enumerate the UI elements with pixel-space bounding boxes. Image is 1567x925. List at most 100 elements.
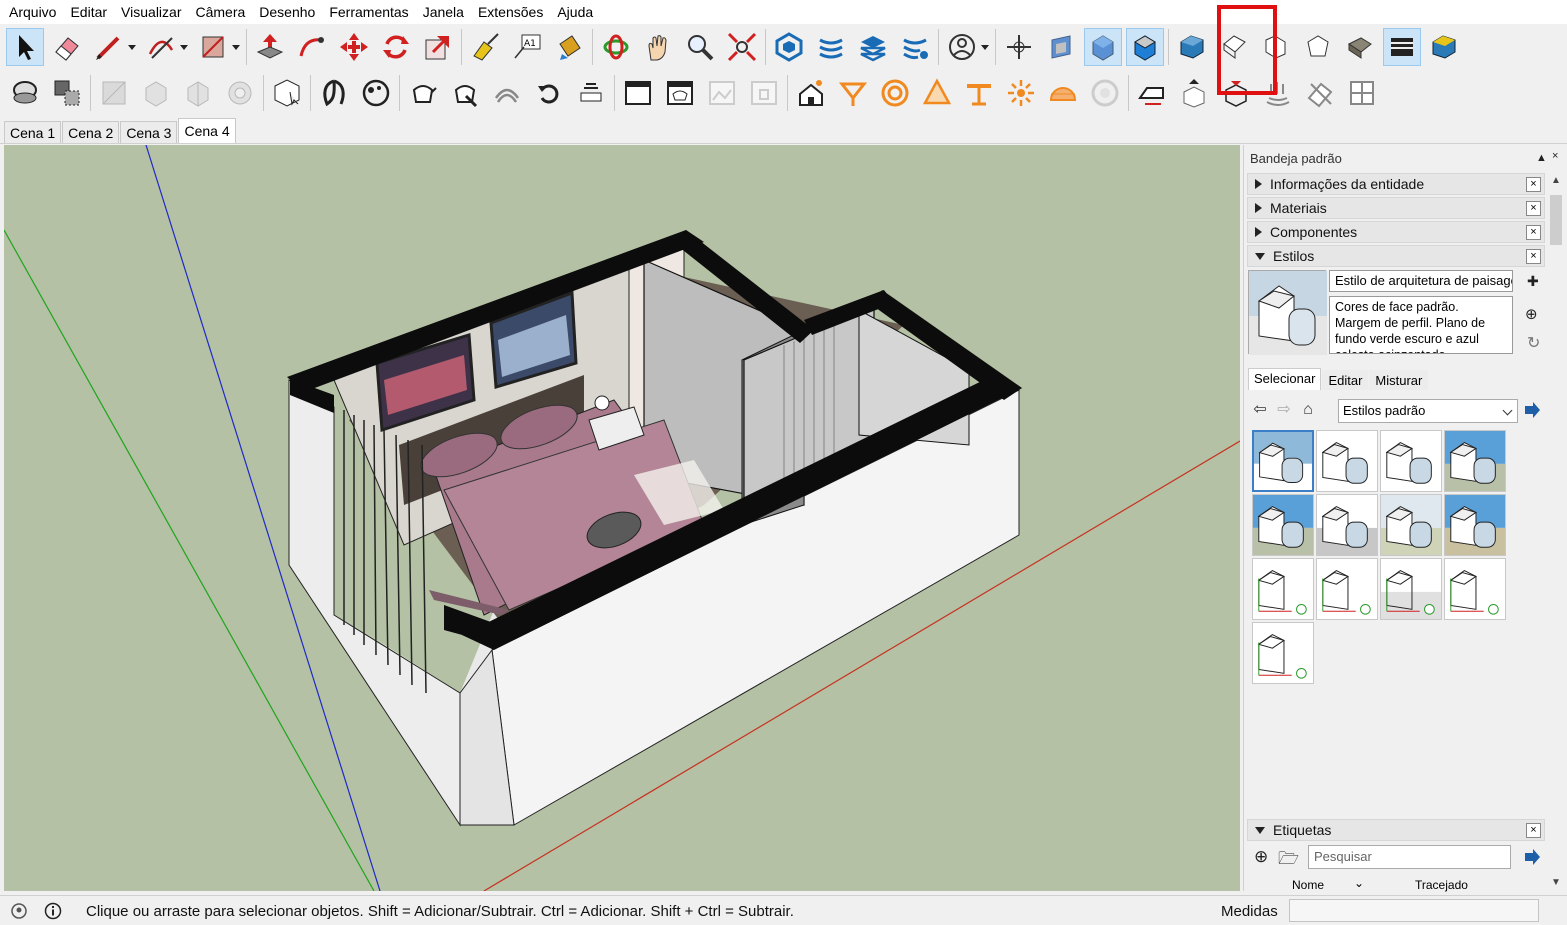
account-icon[interactable] bbox=[943, 28, 981, 66]
tags-search-input[interactable]: Pesquisar bbox=[1308, 845, 1511, 869]
dropdown-arrow-icon[interactable] bbox=[981, 28, 991, 66]
dropdown-arrow-icon[interactable] bbox=[232, 28, 242, 66]
menu-ajuda[interactable]: Ajuda bbox=[550, 0, 600, 24]
left-view-icon[interactable] bbox=[1383, 28, 1421, 66]
shadow-icon[interactable] bbox=[834, 74, 872, 112]
select-icon[interactable] bbox=[6, 28, 44, 66]
panel-tags[interactable]: Etiquetas × bbox=[1247, 819, 1545, 841]
style-thumbnail[interactable] bbox=[1252, 558, 1314, 620]
panel-components[interactable]: Componentes × bbox=[1247, 221, 1545, 243]
measurements-input[interactable] bbox=[1289, 899, 1539, 922]
rectangle-icon[interactable] bbox=[194, 28, 232, 66]
scroll-down-icon[interactable]: ▼ bbox=[1551, 877, 1561, 888]
close-icon[interactable]: × bbox=[1526, 224, 1541, 240]
info-icon[interactable] bbox=[44, 902, 62, 920]
section-plane-icon[interactable] bbox=[1042, 28, 1080, 66]
flip-edges-icon[interactable] bbox=[530, 74, 568, 112]
teapot-stamp-icon[interactable] bbox=[446, 74, 484, 112]
move-icon[interactable] bbox=[335, 28, 373, 66]
create-style-icon[interactable]: ✚ bbox=[1527, 273, 1539, 290]
box-up-icon[interactable] bbox=[1175, 74, 1213, 112]
refresh-icon[interactable]: ↻ bbox=[1527, 333, 1540, 353]
panel-styles[interactable]: Estilos × bbox=[1247, 245, 1545, 267]
warehouse-icon[interactable] bbox=[770, 28, 808, 66]
chevron-down-icon[interactable]: ⌄ bbox=[1354, 878, 1364, 890]
style-thumbnail[interactable] bbox=[1252, 430, 1314, 492]
tab-cena-3[interactable]: Cena 3 bbox=[120, 121, 178, 143]
rotate-icon[interactable] bbox=[377, 28, 415, 66]
intersect-icon[interactable] bbox=[48, 74, 86, 112]
tab-cena-1[interactable]: Cena 1 bbox=[4, 121, 62, 143]
window-1-icon[interactable] bbox=[619, 74, 657, 112]
style-collection-select[interactable]: Estilos padrão bbox=[1338, 399, 1518, 423]
style-name-field[interactable]: Estilo de arquitetura de paisagem bbox=[1329, 270, 1513, 292]
teapot-smoove-icon[interactable] bbox=[404, 74, 442, 112]
extension-warehouse-icon[interactable] bbox=[812, 28, 850, 66]
pin-icon[interactable]: ▲ bbox=[1536, 152, 1547, 164]
iron-icon[interactable] bbox=[1133, 74, 1171, 112]
grid-icon[interactable] bbox=[1343, 74, 1381, 112]
split-dim-icon[interactable] bbox=[221, 74, 259, 112]
tab-misturar[interactable]: Misturar bbox=[1369, 370, 1429, 390]
pencil-line-icon[interactable] bbox=[90, 28, 128, 66]
sun-orange-icon[interactable] bbox=[1002, 74, 1040, 112]
model-viewport[interactable] bbox=[4, 145, 1240, 891]
menu-camera[interactable]: Câmera bbox=[188, 0, 252, 24]
window-2-icon[interactable] bbox=[661, 74, 699, 112]
add-folder-icon[interactable]: 🗁 bbox=[1278, 846, 1299, 875]
menu-ferramentas[interactable]: Ferramentas bbox=[322, 0, 415, 24]
style-thumbnail[interactable] bbox=[1380, 430, 1442, 492]
circle-orange-icon[interactable] bbox=[876, 74, 914, 112]
sandbox-contours-icon[interactable] bbox=[315, 74, 353, 112]
monochrome-icon[interactable] bbox=[1425, 28, 1463, 66]
window-4-dim-icon[interactable] bbox=[745, 74, 783, 112]
menu-extensoes[interactable]: Extensões bbox=[471, 0, 550, 24]
menu-visualizar[interactable]: Visualizar bbox=[114, 0, 188, 24]
dropdown-arrow-icon[interactable] bbox=[180, 28, 190, 66]
table-orange-icon[interactable] bbox=[960, 74, 998, 112]
add-detail-dim-icon[interactable] bbox=[572, 74, 610, 112]
outer-shell-icon[interactable] bbox=[6, 74, 44, 112]
subtract-dim-icon[interactable] bbox=[137, 74, 175, 112]
scroll-up-icon[interactable]: ▲ bbox=[1551, 175, 1561, 186]
geo-location-icon[interactable] bbox=[10, 902, 28, 920]
style-thumbnail[interactable] bbox=[1316, 494, 1378, 556]
style-thumbnail[interactable] bbox=[1380, 558, 1442, 620]
close-icon[interactable]: × bbox=[1526, 822, 1541, 838]
house-sun-icon[interactable] bbox=[792, 74, 830, 112]
text-label-icon[interactable]: A1 bbox=[508, 28, 546, 66]
style-thumbnail[interactable] bbox=[1444, 430, 1506, 492]
tab-cena-2[interactable]: Cena 2 bbox=[62, 121, 120, 143]
scale-icon[interactable] bbox=[419, 28, 457, 66]
right-view-icon[interactable] bbox=[1299, 28, 1337, 66]
tab-cena-4[interactable]: Cena 4 bbox=[178, 118, 236, 143]
shaded-style-icon[interactable] bbox=[1126, 28, 1164, 66]
trim-dim-icon[interactable] bbox=[179, 74, 217, 112]
axes-icon[interactable] bbox=[1000, 28, 1038, 66]
column-name[interactable]: Nome bbox=[1292, 878, 1324, 892]
tab-selecionar[interactable]: Selecionar bbox=[1248, 368, 1322, 390]
scroll-thumb[interactable] bbox=[1550, 195, 1562, 245]
tray-scrollbar[interactable]: ▲ ▼ bbox=[1547, 173, 1565, 893]
style-thumbnail[interactable] bbox=[1252, 622, 1314, 684]
zoom-icon[interactable] bbox=[681, 28, 719, 66]
style-thumbnail[interactable] bbox=[1252, 494, 1314, 556]
extension-manager-icon[interactable] bbox=[896, 28, 934, 66]
forward-arrow-icon[interactable]: ⇨ bbox=[1272, 398, 1296, 422]
close-icon[interactable]: × bbox=[1526, 176, 1541, 192]
home-icon[interactable]: ⌂ bbox=[1296, 398, 1320, 422]
style-thumbnail[interactable] bbox=[1316, 430, 1378, 492]
layout-send-icon[interactable] bbox=[854, 28, 892, 66]
panel-entity-info[interactable]: Informações da entidade × bbox=[1247, 173, 1545, 195]
tape-measure-icon[interactable] bbox=[466, 28, 504, 66]
cone-orange-icon[interactable] bbox=[918, 74, 956, 112]
update-style-icon[interactable]: ⊕ bbox=[1525, 305, 1538, 323]
style-thumbnail[interactable] bbox=[1316, 558, 1378, 620]
follow-me-icon[interactable] bbox=[293, 28, 331, 66]
dropdown-arrow-icon[interactable] bbox=[128, 28, 138, 66]
sandbox-scratch-icon[interactable] bbox=[357, 74, 395, 112]
paint-bucket-icon[interactable] bbox=[550, 28, 588, 66]
arc-icon[interactable] bbox=[142, 28, 180, 66]
teapot-drape-icon[interactable] bbox=[488, 74, 526, 112]
style-thumbnail[interactable] bbox=[1380, 494, 1442, 556]
